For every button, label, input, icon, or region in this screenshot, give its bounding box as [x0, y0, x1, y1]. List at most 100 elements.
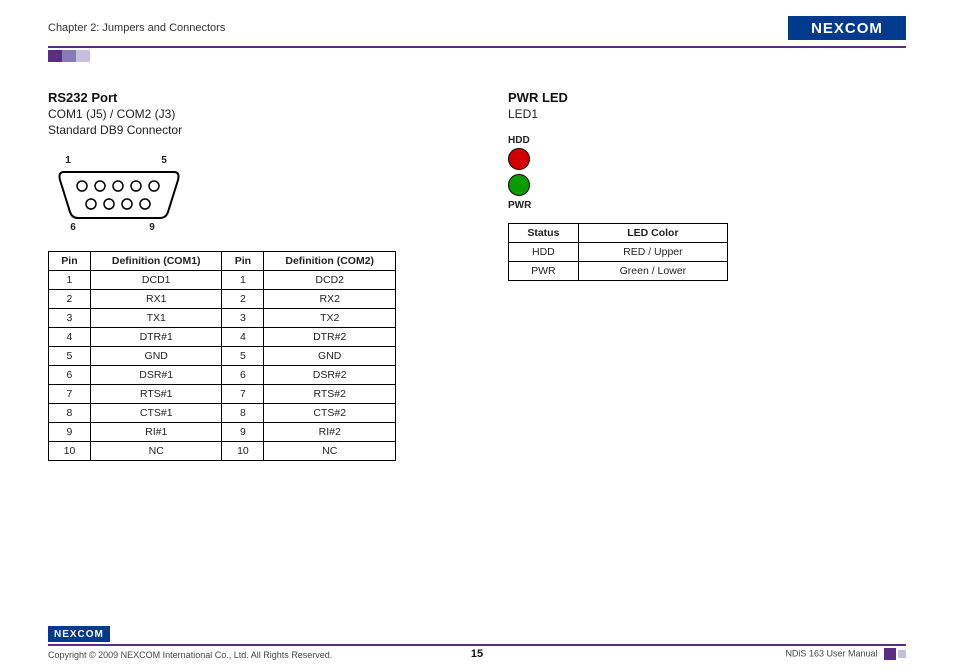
- decorative-squares: [48, 50, 906, 62]
- table-cell: 7: [222, 385, 264, 404]
- table-row: 7RTS#17RTS#2: [49, 385, 396, 404]
- th-def1: Definition (COM1): [90, 252, 222, 271]
- hdd-led-icon: [508, 148, 530, 170]
- table-cell: NC: [264, 442, 396, 461]
- square-icon: [48, 50, 62, 62]
- table-cell: 6: [222, 366, 264, 385]
- hdd-label: HDD: [508, 135, 808, 146]
- table-cell: 5: [49, 347, 91, 366]
- table-cell: PWR: [509, 262, 579, 281]
- table-cell: DCD1: [90, 271, 222, 290]
- pwr-led-section: PWR LED LED1 HDD PWR Status LED Color HD…: [508, 90, 808, 461]
- db9-connector-icon: [54, 166, 184, 222]
- rs232-sub1: COM1 (J5) / COM2 (J3): [48, 107, 428, 121]
- table-cell: DCD2: [264, 271, 396, 290]
- footer-rule: [48, 644, 906, 646]
- rs232-pin-table: Pin Definition (COM1) Pin Definition (CO…: [48, 251, 396, 461]
- rs232-section: RS232 Port COM1 (J5) / COM2 (J3) Standar…: [48, 90, 428, 461]
- pin-label-9: 9: [142, 222, 162, 233]
- table-cell: 4: [49, 328, 91, 347]
- table-cell: DTR#1: [90, 328, 222, 347]
- table-cell: CTS#2: [264, 404, 396, 423]
- pwr-led-icon: [508, 174, 530, 196]
- table-cell: HDD: [509, 243, 579, 262]
- table-row: 4DTR#14DTR#2: [49, 328, 396, 347]
- table-cell: 5: [222, 347, 264, 366]
- db9-top-labels: 1 5: [54, 155, 428, 166]
- table-cell: 10: [222, 442, 264, 461]
- pin-label-6: 6: [54, 222, 92, 233]
- chapter-title: Chapter 2: Jumpers and Connectors: [48, 22, 225, 34]
- th-pin1: Pin: [49, 252, 91, 271]
- nexcom-logo: NEXCOM: [788, 16, 906, 40]
- pwrled-title: PWR LED: [508, 90, 808, 105]
- table-cell: GND: [90, 347, 222, 366]
- table-row: 3TX13TX2: [49, 309, 396, 328]
- footer: NEXCOM Copyright © 2009 NEXCOM Internati…: [48, 624, 906, 661]
- table-cell: 3: [49, 309, 91, 328]
- footer-logo-text: NEXCOM: [54, 629, 104, 640]
- table-cell: TX1: [90, 309, 222, 328]
- table-cell: TX2: [264, 309, 396, 328]
- table-cell: 2: [222, 290, 264, 309]
- table-row: 2RX12RX2: [49, 290, 396, 309]
- square-icon: [76, 50, 90, 62]
- table-row: 8CTS#18CTS#2: [49, 404, 396, 423]
- db9-bottom-labels: 6 9: [54, 222, 428, 233]
- th-pin2: Pin: [222, 252, 264, 271]
- table-cell: 2: [49, 290, 91, 309]
- content: RS232 Port COM1 (J5) / COM2 (J3) Standar…: [48, 90, 906, 461]
- table-cell: RX1: [90, 290, 222, 309]
- table-row: 9RI#19RI#2: [49, 423, 396, 442]
- manual-text: NDiS 163 User Manual: [785, 648, 877, 658]
- table-cell: 7: [49, 385, 91, 404]
- table-cell: 6: [49, 366, 91, 385]
- pwr-label: PWR: [508, 200, 808, 211]
- table-cell: 1: [49, 271, 91, 290]
- table-cell: GND: [264, 347, 396, 366]
- page-number: 15: [471, 648, 483, 660]
- table-cell: RTS#1: [90, 385, 222, 404]
- table-cell: RX2: [264, 290, 396, 309]
- square-icon: [62, 50, 76, 62]
- table-cell: DSR#1: [90, 366, 222, 385]
- pin-label-1: 1: [54, 155, 82, 166]
- pwrled-sub: LED1: [508, 107, 808, 121]
- table-row: 6DSR#16DSR#2: [49, 366, 396, 385]
- table-cell: CTS#1: [90, 404, 222, 423]
- table-cell: RED / Upper: [578, 243, 727, 262]
- table-cell: 3: [222, 309, 264, 328]
- th-def2: Definition (COM2): [264, 252, 396, 271]
- table-cell: 1: [222, 271, 264, 290]
- table-row: 5GND5GND: [49, 347, 396, 366]
- table-cell: DSR#2: [264, 366, 396, 385]
- page: Chapter 2: Jumpers and Connectors NEXCOM…: [0, 0, 954, 672]
- copyright-text: Copyright © 2009 NEXCOM International Co…: [48, 650, 332, 660]
- table-row: 10NC10NC: [49, 442, 396, 461]
- table-cell: 10: [49, 442, 91, 461]
- manual-name: NDiS 163 User Manual: [785, 648, 906, 660]
- table-cell: 9: [49, 423, 91, 442]
- table-row: 1DCD11DCD2: [49, 271, 396, 290]
- table-header-row: Pin Definition (COM1) Pin Definition (CO…: [49, 252, 396, 271]
- th-color: LED Color: [578, 224, 727, 243]
- table-cell: RTS#2: [264, 385, 396, 404]
- led-tbody: HDDRED / UpperPWRGreen / Lower: [509, 243, 728, 281]
- rs232-tbody: 1DCD11DCD22RX12RX23TX13TX24DTR#14DTR#25G…: [49, 271, 396, 461]
- db9-diagram: 1 5 6: [54, 155, 428, 233]
- table-cell: NC: [90, 442, 222, 461]
- square-icon: [898, 650, 906, 658]
- pin-label-5: 5: [154, 155, 174, 166]
- square-icon: [884, 648, 896, 660]
- footer-logo: NEXCOM: [48, 626, 110, 642]
- led-diagram: HDD PWR: [508, 135, 808, 211]
- logo-text: NEXCOM: [811, 20, 883, 37]
- table-cell: 8: [222, 404, 264, 423]
- table-row: HDDRED / Upper: [509, 243, 728, 262]
- header-rule: [48, 46, 906, 48]
- table-row: PWRGreen / Lower: [509, 262, 728, 281]
- table-cell: Green / Lower: [578, 262, 727, 281]
- table-header-row: Status LED Color: [509, 224, 728, 243]
- table-cell: RI#2: [264, 423, 396, 442]
- footer-row: Copyright © 2009 NEXCOM International Co…: [48, 648, 906, 660]
